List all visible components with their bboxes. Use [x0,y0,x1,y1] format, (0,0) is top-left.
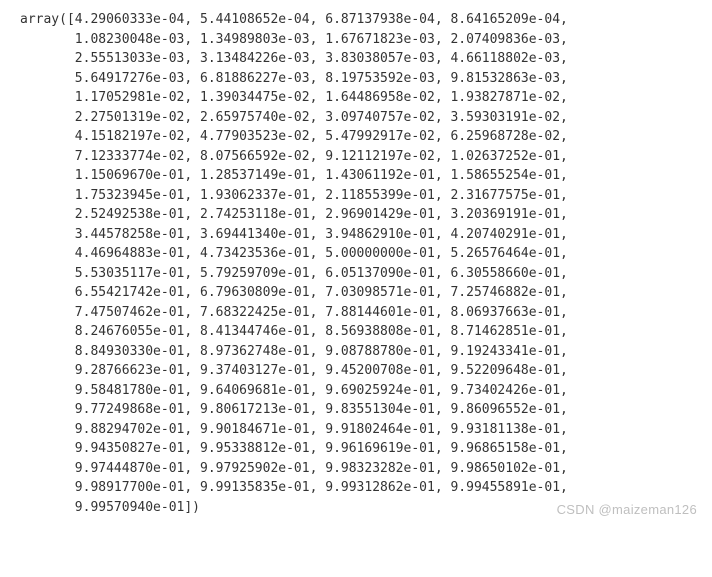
watermark-text: CSDN @maizeman126 [557,500,697,520]
numpy-array-output: array([4.29060333e-04, 5.44108652e-04, 6… [20,10,702,517]
array-content: array([4.29060333e-04, 5.44108652e-04, 6… [20,12,568,515]
